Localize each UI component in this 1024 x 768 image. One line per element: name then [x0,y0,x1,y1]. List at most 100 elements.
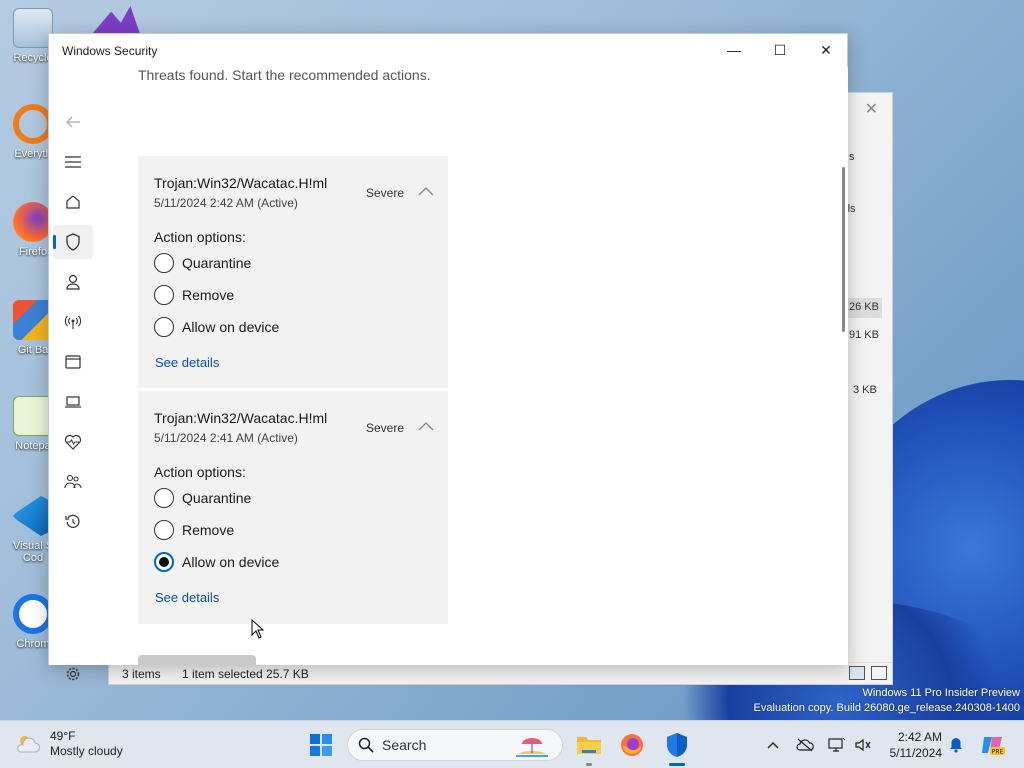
severity-label: Severe [366,421,405,435]
threat-name: Trojan:Win32/Wacatac.H!ml [154,175,328,191]
threat-card: Trojan:Win32/Wacatac.H!ml 5/11/2024 2:41… [138,391,448,624]
tray-volume[interactable] [853,735,873,755]
firefox-icon [621,734,643,756]
radio-remove[interactable]: Remove [154,284,234,306]
clock-date: 5/11/2024 [889,746,943,760]
weather-temp: 49°F [50,729,76,743]
nav-device-health[interactable] [53,425,93,459]
home-icon [66,195,80,209]
git-bash-icon [13,300,53,340]
taskbar-search[interactable]: Search [347,729,563,761]
chevron-up-icon [767,742,779,749]
firefox-icon [13,202,53,242]
window-title: Windows Security [62,44,158,58]
radio-allow-on-device[interactable]: Allow on device [154,316,279,338]
shield-icon [66,233,80,251]
close-button[interactable]: ✕ [803,34,849,66]
taskbar: 49°F Mostly cloudy Search 2:42 AM 5/11/2… [0,720,1024,768]
tray-network[interactable] [827,735,847,755]
notepad-plus-icon [13,396,53,436]
details-view-icon[interactable] [849,666,865,680]
threat-card: Trojan:Win32/Wacatac.H!ml 5/11/2024 2:42… [138,156,448,388]
taskbar-file-explorer[interactable] [574,730,604,760]
radio-circle[interactable] [154,285,174,305]
bell-icon [950,738,962,753]
see-details-link[interactable]: See details [155,355,219,370]
family-icon [64,474,82,489]
speaker-muted-icon [855,738,871,752]
heart-pulse-icon [64,434,82,450]
person-icon [66,274,80,290]
maximize-button[interactable]: ☐ [757,34,803,66]
nav-virus-protection[interactable] [53,225,93,259]
action-options-label: Action options: [154,464,246,480]
cloud-off-icon [796,738,814,752]
radio-quarantine[interactable]: Quarantine [154,487,251,509]
windows-security-window: Windows Security — ☐ ✕ Threats found. St… [48,33,848,681]
minimize-button[interactable]: — [711,34,757,66]
nav-firewall[interactable] [53,305,93,339]
nav-settings[interactable] [53,657,93,691]
show-hidden-icons-button[interactable] [763,735,783,755]
tiles-view-icon[interactable] [871,666,887,680]
severity-label: Severe [366,186,405,200]
radio-circle[interactable] [154,520,174,540]
radio-circle[interactable] [154,317,174,337]
laptop-icon [65,396,81,408]
cloud-sun-icon [17,736,41,753]
explorer-status-bar: 3 items 1 item selected 25.7 KB [109,662,892,684]
radio-circle[interactable] [154,488,174,508]
search-highlight-beach-icon [516,738,548,757]
browser-window-icon [65,355,81,369]
nav-account-protection[interactable] [53,265,93,299]
network-monitor-icon [828,737,846,752]
chevron-up-icon[interactable] [418,185,434,197]
mouse-cursor-icon [251,619,265,639]
start-actions-button[interactable]: Start actions [138,655,256,665]
back-arrow-icon [66,116,80,128]
back-button[interactable] [53,105,93,139]
title-bar: Windows Security — ☐ ✕ [49,34,847,67]
menu-button[interactable] [53,145,93,179]
nav-protection-history[interactable] [53,505,93,539]
taskbar-windows-security[interactable] [662,730,692,760]
clock-time: 2:42 AM [897,730,942,744]
history-icon [65,514,80,528]
radio-circle-selected[interactable] [154,552,174,572]
taskbar-clock[interactable]: 2:42 AM 5/11/2024 [882,729,943,761]
main-content: Threats found. Start the recommended act… [97,67,848,665]
radio-quarantine[interactable]: Quarantine [154,252,251,274]
notification-bell-button[interactable] [946,735,966,755]
weather-desc: Mostly cloudy [50,744,123,758]
recycle-bin-icon [13,8,53,48]
chevron-up-icon[interactable] [418,420,434,432]
hamburger-icon [65,156,81,168]
nav-family-options[interactable] [53,465,93,499]
tray-onedrive-offline[interactable] [795,735,815,755]
everything-search-icon [13,104,53,144]
threat-name: Trojan:Win32/Wacatac.H!ml [154,410,328,426]
svg-text:PRE: PRE [992,749,1004,756]
defender-shield-icon [667,733,687,757]
copilot-pre-icon: PRE [982,737,1005,756]
radio-remove[interactable]: Remove [154,519,234,541]
threat-date: 5/11/2024 2:42 AM (Active) [154,196,298,210]
action-options-label: Action options: [154,229,246,245]
weather-widget[interactable]: 49°F Mostly cloudy [14,729,123,759]
radio-allow-on-device[interactable]: Allow on device [154,551,279,573]
running-indicator [586,763,592,766]
chrome-icon [13,594,53,634]
copilot-button[interactable]: PRE [980,733,1006,757]
navigation-rail [49,67,97,681]
scrollbar-thumb[interactable] [842,167,845,332]
start-button[interactable] [306,730,336,760]
explorer-close-icon[interactable]: ✕ [865,99,878,119]
search-placeholder: Search [382,737,427,753]
taskbar-firefox[interactable] [617,730,647,760]
see-details-link[interactable]: See details [155,590,219,605]
nav-app-browser-control[interactable] [53,345,93,379]
nav-device-security[interactable] [53,385,93,419]
nav-home[interactable] [53,185,93,219]
page-subtitle: Threats found. Start the recommended act… [138,67,431,83]
radio-circle[interactable] [154,253,174,273]
